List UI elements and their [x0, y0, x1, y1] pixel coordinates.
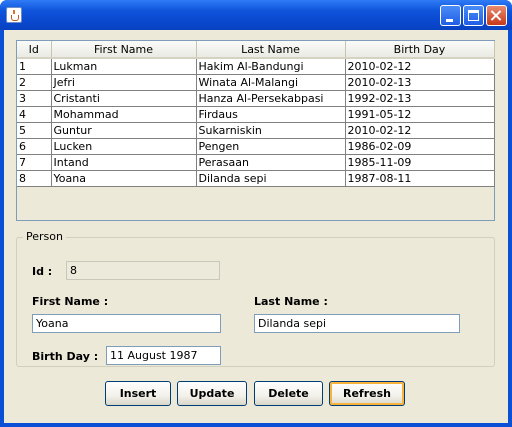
table-row[interactable]: 8 Yoana Dilanda sepi 1987-08-11 [17, 170, 495, 187]
table-row[interactable]: 2 Jefri Winata Al-Malangi 2010-02-13 [17, 74, 495, 91]
insert-button[interactable]: Insert [105, 381, 171, 406]
cell-birth-day[interactable]: 2010-02-12 [345, 122, 495, 139]
birth-day-field[interactable]: 11 August 1987 [106, 346, 221, 365]
cell-first-name[interactable]: Yoana [51, 170, 197, 187]
table-row[interactable]: 6 Lucken Pengen 1986-02-09 [17, 138, 495, 155]
cell-last-name[interactable]: Firdaus [196, 106, 346, 123]
cell-birth-day[interactable]: 1985-11-09 [345, 154, 495, 171]
close-icon [487, 6, 506, 25]
cell-id[interactable]: 6 [17, 138, 52, 155]
content-pane: Id First Name Last Name Birth Day 1 Lukma… [4, 30, 508, 423]
column-header-birth-day[interactable]: Birth Day [345, 41, 495, 59]
table-row[interactable]: 7 Intand Perasaan 1985-11-09 [17, 154, 495, 171]
cell-birth-day[interactable]: 1991-05-12 [345, 106, 495, 123]
table-row[interactable]: 3 Cristanti Hanza Al-Persekabpasi 1992-02-1… [17, 90, 495, 107]
cell-birth-day[interactable]: 1992-02-13 [345, 90, 495, 107]
person-panel: Person Id : 8 First Name : Yoana Last Na… [16, 230, 495, 367]
table-header: Id First Name Last Name Birth Day [17, 41, 495, 59]
maximize-icon [468, 10, 479, 21]
cell-birth-day[interactable]: 2010-02-13 [345, 74, 495, 91]
cell-id[interactable]: 7 [17, 154, 52, 171]
last-name-field[interactable]: Dilanda sepi [254, 314, 460, 333]
delete-button[interactable]: Delete [254, 381, 323, 406]
first-name-label: First Name : [32, 295, 109, 308]
cell-first-name[interactable]: Jefri [51, 74, 197, 91]
minimize-button[interactable] [440, 5, 461, 26]
title-bar[interactable] [0, 0, 512, 30]
column-header-last-name[interactable]: Last Name [196, 41, 346, 59]
update-button[interactable]: Update [177, 381, 247, 406]
table-row[interactable]: 5 Guntur Sukarniskin 2010-02-12 [17, 122, 495, 139]
cell-id[interactable]: 4 [17, 106, 52, 123]
cell-last-name[interactable]: Pengen [196, 138, 346, 155]
cell-birth-day[interactable]: 2010-02-12 [345, 58, 495, 75]
column-header-id[interactable]: Id [17, 41, 52, 59]
table-row[interactable]: 4 Mohammad Firdaus 1991-05-12 [17, 106, 495, 123]
birth-day-label: Birth Day : [32, 350, 99, 363]
cell-first-name[interactable]: Guntur [51, 122, 197, 139]
cell-first-name[interactable]: Lukman [51, 58, 197, 75]
minimize-icon [446, 19, 453, 22]
close-button[interactable] [486, 5, 507, 26]
id-field: 8 [66, 261, 220, 280]
cell-first-name[interactable]: Lucken [51, 138, 197, 155]
cell-first-name[interactable]: Intand [51, 154, 197, 171]
id-label: Id : [32, 265, 53, 278]
cell-id[interactable]: 8 [17, 170, 52, 187]
cell-last-name[interactable]: Perasaan [196, 154, 346, 171]
cell-birth-day[interactable]: 1987-08-11 [345, 170, 495, 187]
person-table[interactable]: Id First Name Last Name Birth Day 1 Lukma… [17, 41, 495, 187]
cell-id[interactable]: 1 [17, 58, 52, 75]
person-panel-title: Person [23, 230, 66, 243]
cell-last-name[interactable]: Hakim Al-Bandungi [196, 58, 346, 75]
cell-id[interactable]: 5 [17, 122, 52, 139]
cell-last-name[interactable]: Hanza Al-Persekabpasi [196, 90, 346, 107]
table-row[interactable]: 1 Lukman Hakim Al-Bandungi 2010-02-12 [17, 58, 495, 75]
app-window: Id First Name Last Name Birth Day 1 Lukma… [0, 0, 512, 427]
cell-first-name[interactable]: Mohammad [51, 106, 197, 123]
last-name-label: Last Name : [254, 295, 328, 308]
cell-id[interactable]: 3 [17, 90, 52, 107]
cell-last-name[interactable]: Dilanda sepi [196, 170, 346, 187]
java-coffee-icon[interactable] [6, 7, 22, 23]
cell-id[interactable]: 2 [17, 74, 52, 91]
cell-birth-day[interactable]: 1986-02-09 [345, 138, 495, 155]
person-table-scrollpane[interactable]: Id First Name Last Name Birth Day 1 Lukma… [16, 40, 495, 221]
cell-last-name[interactable]: Winata Al-Malangi [196, 74, 346, 91]
column-header-first-name[interactable]: First Name [51, 41, 197, 59]
cell-last-name[interactable]: Sukarniskin [196, 122, 346, 139]
first-name-field[interactable]: Yoana [32, 314, 221, 333]
cell-first-name[interactable]: Cristanti [51, 90, 197, 107]
refresh-button[interactable]: Refresh [329, 381, 405, 406]
maximize-button[interactable] [463, 5, 484, 26]
